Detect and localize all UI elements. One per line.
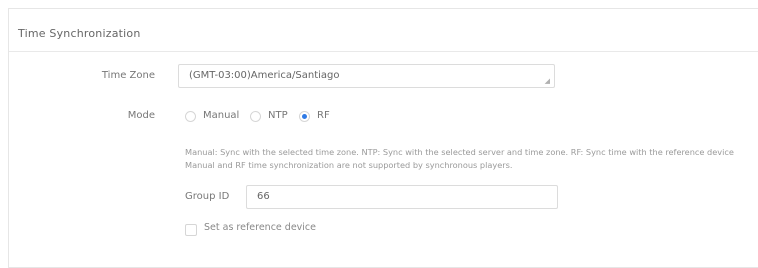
reference-device-checkbox[interactable] bbox=[185, 224, 197, 236]
radio-manual-label: Manual bbox=[203, 110, 240, 121]
radio-manual-circle[interactable] bbox=[185, 111, 196, 122]
time-zone-label: Time Zone bbox=[101, 70, 155, 81]
time-zone-select[interactable]: (GMT-03:00)America/Santiago ◢ bbox=[178, 64, 555, 88]
chevron-down-icon: ◢ bbox=[544, 77, 550, 85]
title-divider bbox=[9, 51, 758, 52]
radio-ntp-label: NTP bbox=[268, 110, 288, 121]
radio-rf-circle[interactable] bbox=[299, 111, 310, 122]
time-zone-value: (GMT-03:00)America/Santiago bbox=[189, 70, 340, 81]
mode-label: Mode bbox=[127, 110, 155, 121]
group-id-value: 66 bbox=[257, 191, 270, 202]
mode-help-line-1: Manual: Sync with the selected time zone… bbox=[185, 147, 734, 157]
radio-rf-label: RF bbox=[317, 110, 330, 121]
mode-help-text: Manual: Sync with the selected time zone… bbox=[185, 146, 758, 172]
mode-help-line-2: Manual and RF time synchronization are n… bbox=[185, 160, 513, 170]
section-title: Time Synchronization bbox=[18, 27, 141, 40]
radio-ntp-circle[interactable] bbox=[250, 111, 261, 122]
reference-device-label: Set as reference device bbox=[204, 222, 316, 233]
time-sync-panel: Time Synchronization Time Zone (GMT-03:0… bbox=[8, 8, 758, 268]
group-id-input[interactable]: 66 bbox=[246, 185, 558, 209]
